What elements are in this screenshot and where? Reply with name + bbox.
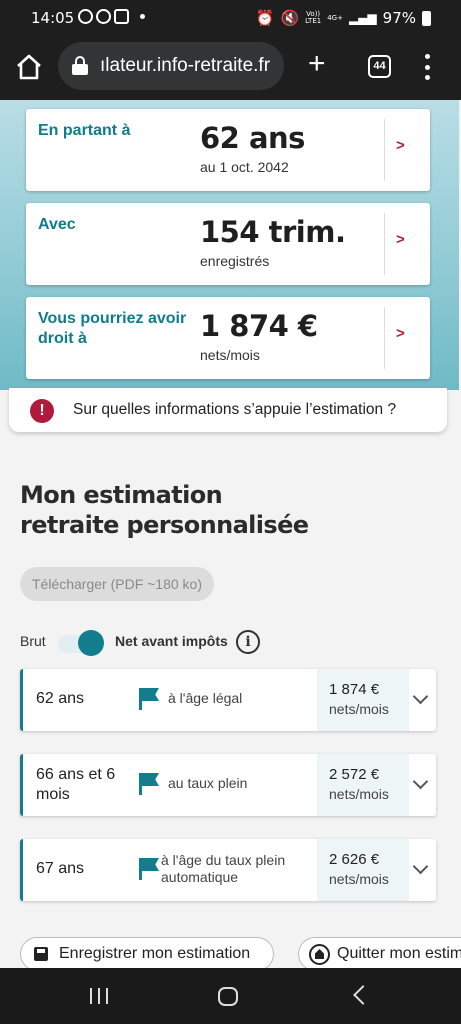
tab-switcher-button[interactable]: 44	[368, 55, 391, 78]
signal-icon: ▂▄▆	[348, 11, 377, 25]
recent-apps-icon[interactable]	[90, 988, 108, 1004]
browser-toolbar: ılateur.info-retraite.fr + 44	[0, 36, 461, 100]
summary-card-quarters[interactable]: Avec 154 trim. enregistrés >	[26, 203, 430, 285]
flag-icon	[139, 858, 159, 880]
chevron-down-icon[interactable]	[414, 863, 426, 875]
summary-value: 154 trim.	[200, 215, 346, 249]
more-notifications-icon	[140, 14, 145, 19]
estimate-amount: 2 626 € nets/mois	[317, 839, 409, 901]
toggle-knob[interactable]	[78, 630, 104, 656]
home-icon[interactable]	[14, 52, 44, 82]
summary-value: 62 ans	[200, 121, 305, 155]
chevron-down-icon[interactable]	[414, 778, 426, 790]
flag-icon	[139, 773, 159, 795]
download-pdf-button[interactable]: Télécharger (PDF ~180 ko)	[20, 567, 214, 601]
alarm-icon: ⏰	[255, 9, 275, 27]
estimate-description: à l'âge légal	[168, 690, 243, 706]
estimate-amount: 2 572 € nets/mois	[317, 754, 409, 816]
chevron-right-icon[interactable]: >	[396, 231, 405, 248]
amount-unit: nets/mois	[329, 871, 389, 887]
chevron-right-icon[interactable]: >	[396, 325, 405, 342]
estimate-description: au taux plein	[168, 775, 248, 791]
new-tab-button[interactable]: +	[308, 49, 326, 79]
amount-unit: nets/mois	[329, 786, 389, 802]
notification-icon	[78, 9, 93, 24]
amount-value: 2 626 €	[329, 851, 380, 868]
lock-icon	[72, 56, 88, 75]
summary-sub: enregistrés	[200, 253, 270, 269]
estimate-age: 62 ans	[36, 690, 85, 707]
quit-estimation-button[interactable]: Quitter mon estim	[298, 937, 461, 971]
home-nav-icon[interactable]	[218, 987, 238, 1006]
system-nav-bar	[0, 968, 461, 1024]
summary-label: En partant à	[38, 122, 131, 139]
status-time: 14:05	[31, 9, 75, 27]
estimate-age: 66 ans et 6 mois	[36, 766, 116, 803]
url-text[interactable]: ılateur.info-retraite.fr	[100, 55, 278, 77]
info-icon[interactable]: i	[236, 630, 260, 654]
summary-card-age[interactable]: En partant à 62 ans au 1 oct. 2042 >	[26, 109, 430, 191]
flag-icon	[139, 688, 159, 710]
estimate-row[interactable]: 67 ans à l'âge du taux plein automatique…	[20, 839, 436, 901]
estimate-age: 67 ans	[36, 860, 85, 877]
save-estimation-button[interactable]: Enregistrer mon estimation	[20, 937, 274, 971]
summary-label: Vous pourriez avoir droit à	[38, 310, 187, 347]
chevron-right-icon[interactable]: >	[396, 137, 405, 154]
estimate-row[interactable]: 62 ans à l'âge légal 1 874 € nets/mois	[20, 669, 436, 731]
estimate-amount: 1 874 € nets/mois	[317, 669, 409, 731]
chevron-down-icon[interactable]	[414, 693, 426, 705]
amount-unit: nets/mois	[329, 701, 389, 717]
notification-icon	[96, 9, 111, 24]
network-type: 4G+	[327, 13, 343, 22]
system-icons: ⏰ 🔇 Vo)) LTE1 4G+ ▂▄▆ 97%	[256, 9, 431, 27]
back-icon[interactable]	[352, 988, 366, 1002]
page-title: Mon estimation retraite personnalisée	[20, 481, 309, 539]
quit-button-label: Quitter mon estim	[337, 945, 461, 962]
status-bar: 14:05 ⏰ 🔇 Vo)) LTE1 4G+ ▂▄▆ 97%	[0, 0, 461, 36]
alert-icon: !	[30, 399, 54, 423]
summary-sub: au 1 oct. 2042	[200, 159, 289, 175]
divider	[384, 119, 385, 181]
home-icon	[309, 944, 330, 965]
estimate-description: à l'âge du taux plein automatique	[161, 852, 286, 885]
twitch-icon	[114, 9, 129, 24]
address-bar[interactable]: ılateur.info-retraite.fr	[58, 42, 284, 90]
summary-card-amount[interactable]: Vous pourriez avoir droit à 1 874 € nets…	[26, 297, 430, 379]
toggle-label-brut: Brut	[20, 633, 46, 649]
amount-value: 1 874 €	[329, 681, 380, 698]
battery-icon	[422, 10, 431, 26]
amount-value: 2 572 €	[329, 766, 380, 783]
info-banner-text[interactable]: Sur quelles informations s’appuie l’esti…	[73, 401, 396, 419]
summary-value: 1 874 €	[200, 309, 318, 343]
volte-icon: Vo)) LTE1	[305, 10, 322, 25]
save-button-label: Enregistrer mon estimation	[59, 945, 251, 962]
browser-menu-icon[interactable]	[424, 54, 430, 80]
summary-hero: En partant à 62 ans au 1 oct. 2042 > Ave…	[0, 100, 459, 390]
notification-icons	[78, 9, 145, 24]
toggle-label-net: Net avant impôts	[115, 633, 228, 649]
summary-sub: nets/mois	[200, 347, 260, 363]
divider	[384, 213, 385, 275]
battery-percent: 97%	[382, 9, 416, 27]
estimation-info-banner[interactable]: ! Sur quelles informations s’appuie l’es…	[9, 388, 447, 432]
summary-label: Avec	[38, 216, 76, 233]
estimate-row[interactable]: 66 ans et 6 mois au taux plein 2 572 € n…	[20, 754, 436, 816]
mute-icon: 🔇	[280, 9, 300, 27]
divider	[384, 307, 385, 369]
save-icon	[34, 947, 48, 961]
